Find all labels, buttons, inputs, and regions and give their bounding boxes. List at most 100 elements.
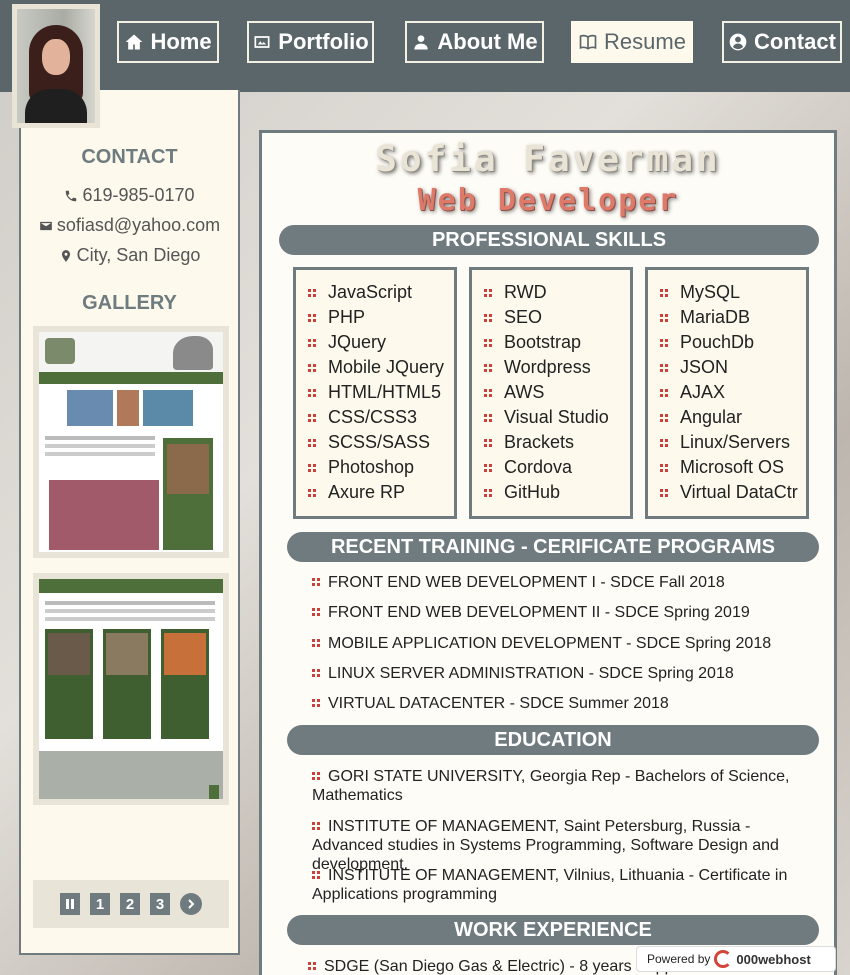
- skill-item: Visual Studio: [472, 405, 630, 430]
- top-nav-bar: Home Portfolio About Me Resume Contact: [0, 0, 850, 128]
- bullet-icon: [312, 669, 320, 677]
- skill-label: PouchDb: [680, 332, 755, 352]
- skill-item: GitHub: [472, 480, 630, 505]
- gallery-pager: 1 2 3: [33, 880, 229, 928]
- map-marker-icon: [61, 249, 70, 262]
- nav-contact-button[interactable]: Contact: [722, 21, 842, 63]
- bullet-icon: [308, 288, 316, 297]
- nav-portfolio-button[interactable]: Portfolio: [247, 21, 374, 63]
- email-address[interactable]: sofiasd@yahoo.com: [57, 215, 220, 236]
- training-text: MOBILE APPLICATION DEVELOPMENT - SDCE Sp…: [328, 635, 772, 652]
- skill-item: Virtual DataCtr: [648, 480, 806, 505]
- phone-number[interactable]: 619-985-0170: [82, 185, 194, 206]
- bullet-icon: [312, 639, 320, 647]
- chevron-right-icon: [188, 899, 195, 909]
- skill-item: Photoshop: [296, 455, 454, 480]
- education-text: GORI STATE UNIVERSITY, Georgia Rep - Bac…: [312, 768, 790, 804]
- bullet-icon: [308, 488, 316, 497]
- skill-label: Visual Studio: [504, 407, 609, 427]
- nav-resume-label: Resume: [604, 29, 686, 54]
- bullet-icon: [660, 413, 668, 422]
- skill-label: Photoshop: [328, 457, 415, 477]
- education-item: GORI STATE UNIVERSITY, Georgia Rep - Bac…: [312, 767, 812, 805]
- bullet-icon: [484, 288, 492, 297]
- bullet-icon: [660, 463, 668, 472]
- page-1-button[interactable]: 1: [90, 893, 110, 915]
- skill-item: Wordpress: [472, 355, 630, 380]
- skill-item: Axure RP: [296, 480, 454, 505]
- training-text: VIRTUAL DATACENTER - SDCE Summer 2018: [328, 695, 669, 712]
- skill-label: JavaScript: [328, 282, 413, 302]
- page-2-button[interactable]: 2: [120, 893, 140, 915]
- nav-about-button[interactable]: About Me: [405, 21, 544, 63]
- resume-name: Sofia Faverman: [375, 139, 721, 180]
- bullet-icon: [308, 463, 316, 472]
- training-item: VIRTUAL DATACENTER - SDCE Summer 2018: [312, 694, 812, 713]
- skills-column-1: JavaScript PHP JQuery Mobile JQuery HTML…: [293, 267, 457, 519]
- bullet-icon: [484, 388, 492, 397]
- pause-button[interactable]: [60, 893, 80, 915]
- powered-by-label: Powered by: [647, 952, 711, 966]
- training-item: FRONT END WEB DEVELOPMENT II - SDCE Spri…: [312, 603, 812, 622]
- user-circle-icon: [729, 33, 747, 51]
- bullet-icon: [660, 338, 668, 347]
- training-text: FRONT END WEB DEVELOPMENT II - SDCE Spri…: [328, 604, 750, 621]
- bullet-icon: [308, 962, 316, 970]
- bullet-icon: [484, 438, 492, 447]
- skills-heading: PROFESSIONAL SKILLS: [279, 225, 819, 255]
- webhost-brand: 000webhost: [736, 951, 811, 967]
- training-item: LINUX SERVER ADMINISTRATION - SDCE Sprin…: [312, 664, 812, 683]
- bullet-icon: [660, 438, 668, 447]
- skill-label: Wordpress: [504, 357, 591, 377]
- skill-label: Microsoft OS: [680, 457, 785, 477]
- skill-item: JSON: [648, 355, 806, 380]
- phone-icon: [66, 190, 77, 201]
- profile-photo-frame: [12, 4, 100, 128]
- education-item: INSTITUTE OF MANAGEMENT, Vilnius, Lithua…: [312, 866, 812, 904]
- skill-item: SEO: [472, 305, 630, 330]
- sidebar: CONTACT 619-985-0170 sofiasd@yahoo.com C…: [19, 90, 240, 955]
- bullet-icon: [312, 871, 320, 879]
- skill-label: MySQL: [680, 282, 741, 302]
- resume-panel: Sofia Faverman Web Developer PROFESSIONA…: [259, 130, 837, 975]
- skill-item: RWD: [472, 280, 630, 305]
- gallery-heading: GALLERY: [82, 292, 177, 314]
- education-text: INSTITUTE OF MANAGEMENT, Saint Petersbur…: [312, 818, 779, 873]
- nav-home-button[interactable]: Home: [117, 21, 219, 63]
- bullet-icon: [660, 313, 668, 322]
- skill-item: Brackets: [472, 430, 630, 455]
- bullet-icon: [484, 313, 492, 322]
- gallery-thumbnail-1[interactable]: [33, 326, 229, 558]
- bullet-icon: [312, 578, 320, 586]
- bullet-icon: [312, 822, 320, 830]
- page-3-button[interactable]: 3: [150, 893, 170, 915]
- gallery-thumbnail-2[interactable]: [33, 573, 229, 805]
- bullet-icon: [308, 313, 316, 322]
- training-text: FRONT END WEB DEVELOPMENT I - SDCE Fall …: [328, 574, 725, 591]
- skill-item: Mobile JQuery: [296, 355, 454, 380]
- bullet-icon: [484, 363, 492, 372]
- next-button[interactable]: [180, 893, 202, 915]
- training-heading: RECENT TRAINING - CERIFICATE PROGRAMS: [287, 532, 819, 562]
- home-icon: [126, 34, 143, 50]
- training-item: FRONT END WEB DEVELOPMENT I - SDCE Fall …: [312, 573, 812, 592]
- nav-resume-button[interactable]: Resume: [571, 21, 693, 63]
- skill-label: JSON: [680, 357, 729, 377]
- bullet-icon: [484, 338, 492, 347]
- skill-item: CSS/CSS3: [296, 405, 454, 430]
- bullet-icon: [308, 338, 316, 347]
- nav-about-label: About Me: [437, 29, 538, 54]
- skill-item: Angular: [648, 405, 806, 430]
- skill-label: Mobile JQuery: [328, 357, 445, 377]
- skill-item: Microsoft OS: [648, 455, 806, 480]
- bullet-icon: [308, 388, 316, 397]
- profile-photo: [17, 9, 95, 123]
- bullet-icon: [660, 388, 668, 397]
- skill-label: Linux/Servers: [680, 432, 791, 452]
- education-text: INSTITUTE OF MANAGEMENT, Vilnius, Lithua…: [312, 867, 788, 903]
- city: City, San Diego: [76, 245, 201, 265]
- powered-by-badge[interactable]: Powered by 000webhost: [636, 946, 836, 972]
- skill-label: Cordova: [504, 457, 573, 477]
- skill-label: SEO: [504, 307, 543, 327]
- skills-column-3: MySQL MariaDB PouchDb JSON AJAX Angular …: [645, 267, 809, 519]
